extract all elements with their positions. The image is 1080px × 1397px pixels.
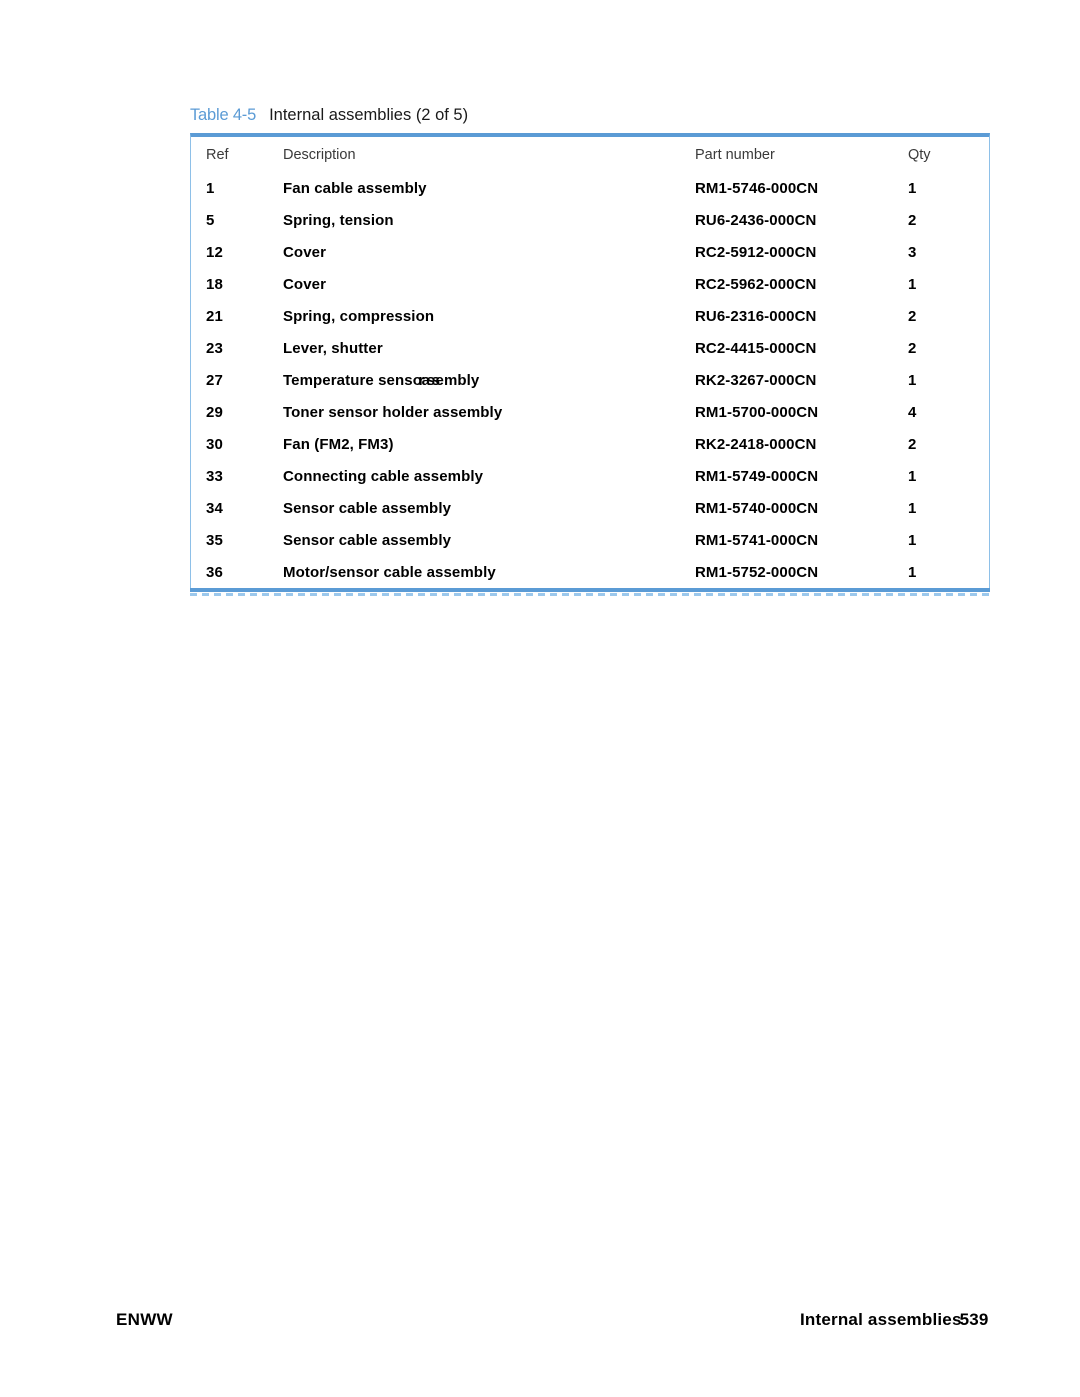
footer-section-label: Internal assemblies [800,1310,962,1329]
cell-ref: 1 [206,179,215,197]
table-row: 27 Temperature sensor assembly RK2-3267-00… [191,364,991,396]
parts-table-container: Ref Description Part number Qty 1 Fan cab… [190,133,990,588]
table-row: 18 Cover RC2-5962-000CN 1 [191,268,991,300]
parts-table-body: 1 Fan cable assembly RM1-5746-000CN 1 5 Sprin… [191,172,991,588]
table-row: 1 Fan cable assembly RM1-5746-000CN 1 [191,172,991,204]
cell-ref: 36 [206,563,223,581]
description-text-overlap: or ass [412,371,440,389]
cell-ref: 21 [206,307,223,325]
table-caption: Table 4-5 Internal assemblies (2 of 5) [190,105,468,125]
cell-description: Fan cable assembly [283,179,427,197]
cell-description: Temperature sensor assembly [279,364,690,396]
cell-ref: 30 [206,435,223,453]
cell-ref: 12 [206,243,223,261]
cell-part-number: RC2-5962-000CN [695,275,817,293]
column-header-ref: Ref [206,147,229,163]
table-header-row: Ref Description Part number Qty [191,137,991,172]
document-page: Table 4-5 Internal assemblies (2 of 5) Re… [0,0,1080,1397]
cell-qty: 1 [908,371,917,389]
cell-part-number: RK2-3267-000CN [695,371,817,389]
cell-part-number: RM1-5740-000CN [695,499,819,517]
cell-description: Spring, tension [283,211,394,229]
cell-description: Sensor cable assembly [283,531,452,549]
cell-part-number: RU6-2436-000CN [695,211,817,229]
cell-part-number: RM1-5752-000CN [695,563,819,581]
table-row: 35 Sensor cable assembly RM1-5741-000CN 1 [191,524,991,556]
cell-qty: 1 [908,275,917,293]
cell-ref: 23 [206,339,223,357]
cell-part-number: RM1-5700-000CN [695,403,819,421]
table-row: 33 Connecting cable assembly RM1-5749-000C… [191,460,991,492]
cell-part-number: RM1-5741-000CN [695,531,819,549]
cell-qty: 2 [908,211,917,229]
cell-ref: 18 [206,275,223,293]
cell-part-number: RK2-2418-000CN [695,435,817,453]
cell-qty: 2 [908,339,917,357]
cell-ref: 33 [206,467,223,485]
cell-qty: 1 [908,499,917,517]
table-caption-label: Table 4-5 [190,106,257,124]
cell-description: Toner sensor holder assembly [283,403,503,421]
cell-qty: 1 [908,563,917,581]
table-row: 30 Fan (FM2, FM3) RK2-2418-000CN 2 [191,428,991,460]
cell-part-number: RM1-5749-000CN [695,467,819,485]
table-row: 29 Toner sensor holder assembly RM1-5700-0… [191,396,991,428]
cell-qty: 1 [908,531,917,549]
cell-ref: 27 [206,371,223,389]
cell-description: Lever, shutter [283,339,383,357]
column-header-description: Description [283,147,356,163]
cell-description: Spring, compression [283,307,435,325]
table-row: 5 Spring, tension RU6-2436-000CN 2 [191,204,991,236]
cell-part-number: RC2-5912-000CN [695,243,817,261]
cell-ref: 34 [206,499,223,517]
table-bottom-dashed-rule [190,593,990,596]
table-row: 12 Cover RC2-5912-000CN 3 [191,236,991,268]
footer-right: Internal assemblies539 [800,1310,989,1330]
cell-description: Sensor cable assembly [283,499,452,517]
cell-ref: 5 [206,211,215,229]
table-bottom-rule [190,588,990,592]
table-row: 34 Sensor cable assembly RM1-5740-000CN 1 [191,492,991,524]
cell-qty: 4 [908,403,917,421]
cell-description: Cover [283,275,327,293]
cell-description: Fan (FM2, FM3) [283,435,394,453]
cell-qty: 2 [908,307,917,325]
cell-part-number: RM1-5746-000CN [695,179,819,197]
description-text-prefix: Temperature sens [283,371,413,389]
cell-ref: 29 [206,403,223,421]
parts-table: Ref Description Part number Qty 1 Fan cab… [191,137,991,588]
column-header-part-number: Part number [695,147,775,163]
cell-ref: 35 [206,531,223,549]
parts-table-header: Ref Description Part number Qty [191,137,991,172]
cell-description: Connecting cable assembly [283,467,484,485]
cell-part-number: RU6-2316-000CN [695,307,817,325]
description-text-suffix: embly [435,371,480,389]
footer-left-label: ENWW [116,1310,173,1329]
footer-page-number: 539 [959,1310,989,1329]
table-row: 23 Lever, shutter RC2-4415-000CN 2 [191,332,991,364]
cell-part-number: RC2-4415-000CN [695,339,817,357]
column-header-qty: Qty [908,147,931,163]
cell-qty: 1 [908,179,917,197]
table-row: 21 Spring, compression RU6-2316-000CN 2 [191,300,991,332]
cell-qty: 1 [908,467,917,485]
table-caption-title: Internal assemblies (2 of 5) [269,106,469,124]
cell-description: Motor/sensor cable assembly [283,563,496,581]
cell-qty: 3 [908,243,917,261]
cell-description: Cover [283,243,327,261]
table-row: 36 Motor/sensor cable assembly RM1-5752-00… [191,556,991,588]
cell-qty: 2 [908,435,917,453]
